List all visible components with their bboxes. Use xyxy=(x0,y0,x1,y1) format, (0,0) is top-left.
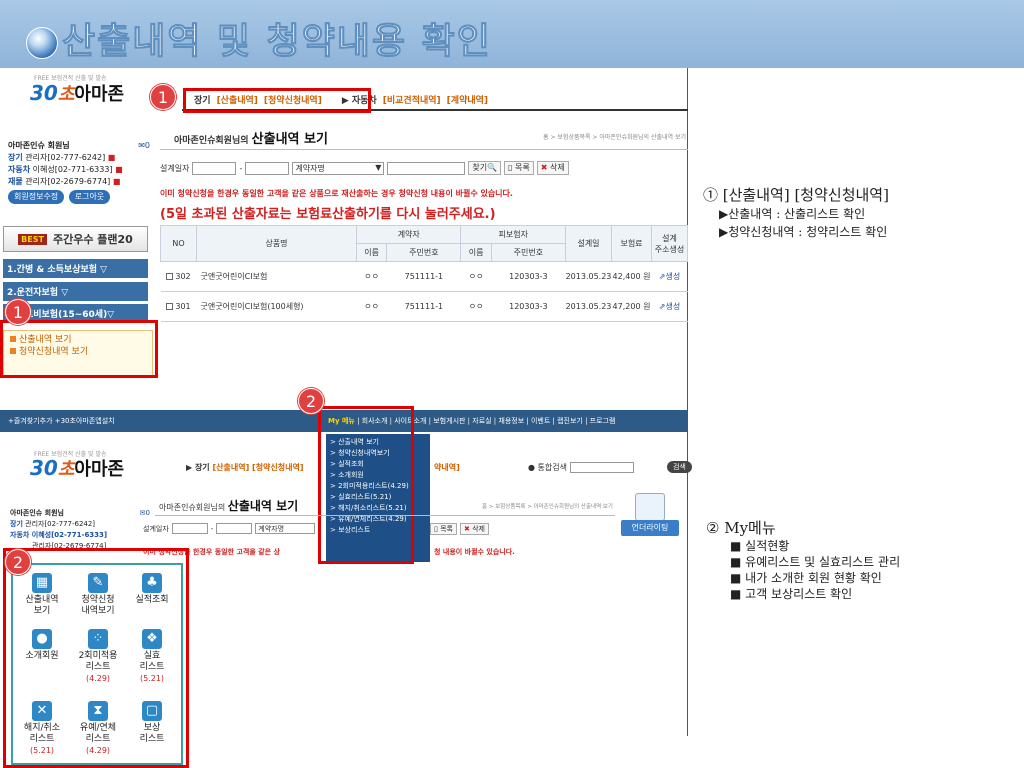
find-button[interactable]: 찾기🔍 xyxy=(468,161,502,175)
nav-contracts[interactable]: [계약내역] xyxy=(447,93,488,106)
manager-auto: 이혜성[02-771-6333] xyxy=(32,165,113,174)
highlight-box-sublist xyxy=(0,320,158,378)
slide-title-bar: 산출내역 및 청약내용 확인 xyxy=(0,0,1024,68)
sidebar-item-care[interactable]: 1.간병 & 소득보상보험 ▽ xyxy=(3,259,148,279)
search-button[interactable]: 검색 xyxy=(666,461,692,473)
page-header-2: 아마존인슈회원님의 산출내역 보기 홈 > 보험상품목록 > 아마존인슈회원님의… xyxy=(155,494,615,516)
total-search: ● 통합검색 검색 xyxy=(528,461,692,473)
calc-history-table: NO 상품명 계약자 피보험자 설계일 보험료 설계 주소생성 이름 주민번호 이… xyxy=(160,225,688,322)
note-item: ▶산출내역 : 산출리스트 확인 xyxy=(719,207,866,221)
contact-icon[interactable]: ■ xyxy=(113,177,121,186)
note-item: ■ 실적현황 xyxy=(730,539,790,553)
nav-compare-quotes[interactable]: [비교견적내역] xyxy=(383,93,441,106)
note-item: ■ 고객 보상리스트 확인 xyxy=(730,587,853,601)
chevron-down-icon: ▼ xyxy=(375,162,382,172)
search-type-select[interactable]: 계약자명 ▼ xyxy=(292,161,385,175)
search-buttons-2: ▯ 목록 ✖ 삭제 xyxy=(430,523,489,535)
total-search-input[interactable] xyxy=(569,461,634,473)
member-panel: 아마존인슈 회원님 ✉0 장기 관리자[02-777-6242] ■ 자동차 이… xyxy=(8,140,150,204)
row-checkbox[interactable] xyxy=(166,303,174,310)
page-header: 아마존인슈회원님의 산출내역 보기 홈 > 보험상품목록 > 아마존인슈회원님의… xyxy=(160,124,688,150)
generate-button[interactable]: ⇗생성 xyxy=(651,261,688,292)
sidebar-item-driver[interactable]: 2.운전자보험 ▽ xyxy=(3,282,148,302)
logo[interactable]: 30초아마존 xyxy=(30,80,124,106)
close-icon: ✖ xyxy=(463,525,470,533)
close-icon: ✖ xyxy=(540,163,548,172)
best-plan-banner[interactable]: BEST 주간우수 플랜20 xyxy=(3,226,148,252)
nav-contracts-tail[interactable]: 약내역] xyxy=(434,462,460,473)
date-to-input[interactable] xyxy=(245,161,290,175)
table-row: 301 굿앤굿어린이CI보험(100세형) ㅇㅇ 751111-1 ㅇㅇ 120… xyxy=(160,291,688,322)
manager-long-term: 관리자[02-777-6242] xyxy=(25,153,106,162)
document-icon: ▯ xyxy=(434,525,438,533)
favorites-links[interactable]: +즐겨찾기추가 +30초아마존앱설치 xyxy=(8,416,115,426)
note-item: ■ 내가 소개한 회원 현황 확인 xyxy=(730,571,882,585)
contact-icon[interactable]: ■ xyxy=(108,153,116,162)
mail-count[interactable]: ✉0 xyxy=(138,140,150,152)
step-badge-2-panel: 2 xyxy=(5,549,31,575)
globe-bullet-icon xyxy=(26,27,58,59)
highlight-box-my-menu xyxy=(318,406,414,564)
search-row: 설계일자 - 계약자명 ▼ 찾기🔍 ▯ 목록 ✖ 삭제 xyxy=(160,158,688,178)
member-name: 아마존인슈 회원님 xyxy=(8,141,70,150)
warning-notice: (5일 초과된 산출자료는 보험료산출하기를 다시 눌러주세요.) xyxy=(160,207,496,222)
note-title-2: ② My메뉴 xyxy=(706,519,776,537)
note-calc-subscription: ① [산출내역] [청약신청내역] ▶산출내역 : 산출리스트 확인 ▶청약신청… xyxy=(703,184,889,241)
note-my-menu: ② My메뉴 ■ 실적현황 ■ 유예리스트 및 실효리스트 관리 ■ 내가 소개… xyxy=(706,517,900,602)
step-badge-2: 2 xyxy=(298,388,324,414)
note-title-1: ① [산출내역] [청약신청내역] xyxy=(703,186,889,204)
best-badge: BEST xyxy=(18,233,47,245)
step-badge-1-sidebar: 1 xyxy=(5,299,31,325)
logout-button[interactable]: 로그아웃 xyxy=(68,190,111,204)
document-icon: ▯ xyxy=(508,163,513,172)
note-item: ■ 유예리스트 및 실효리스트 관리 xyxy=(730,555,901,569)
generate-button[interactable]: ⇗생성 xyxy=(651,291,688,322)
manager-property: 관리자[02-2679-6774] xyxy=(25,177,111,186)
warning-text-2-tail: 청 내용이 바뀔수 있습니다. xyxy=(434,548,515,556)
slide-title: 산출내역 및 청약내용 확인 xyxy=(62,21,492,63)
date-from-input[interactable] xyxy=(192,161,237,175)
search-icon: 🔍 xyxy=(487,163,498,172)
list-button[interactable]: ▯ 목록 xyxy=(504,161,534,175)
highlight-box-nav xyxy=(183,88,371,113)
delete-button[interactable]: ✖ 삭제 xyxy=(536,161,569,175)
note-item: ▶청약신청내역 : 청약리스트 확인 xyxy=(719,225,888,239)
breadcrumb: 홈 > 보험상품목록 > 아마존인슈회원님의 산출내역 보기 xyxy=(543,134,686,141)
contact-icon[interactable]: ■ xyxy=(115,165,123,174)
logo[interactable]: 30초아마존 xyxy=(30,455,124,481)
clipboard-icon xyxy=(635,493,665,521)
member-panel-2: 아마존인슈 회원님 ✉0 장기 관리자[02-777-6242] 자동차 이혜성… xyxy=(10,509,150,550)
highlight-box-icon-panel xyxy=(3,548,189,768)
underwriting-button[interactable]: 언더라이팅 xyxy=(621,520,679,536)
table-row: 302 굿앤굿어린이CI보험 ㅇㅇ 751111-1 ㅇㅇ 120303-3 2… xyxy=(160,261,688,292)
row-checkbox[interactable] xyxy=(166,273,174,280)
top-nav-2: ▶ 장기 [산출내역] [청약신청내역] xyxy=(186,463,304,472)
underwriting-widget[interactable]: 언더라이팅 xyxy=(620,493,680,557)
search-input[interactable] xyxy=(387,161,466,175)
search-row-2: 설계일자 - 계약자명 xyxy=(143,523,316,534)
page-title: 산출내역 보기 xyxy=(251,132,328,147)
warning-text: 이미 청약신청을 한경우 동일한 고객을 같은 상품으로 재산출하는 경우 청약… xyxy=(160,189,513,198)
edit-profile-button[interactable]: 회원정보수정 xyxy=(8,190,65,204)
step-badge-1: 1 xyxy=(150,84,176,110)
